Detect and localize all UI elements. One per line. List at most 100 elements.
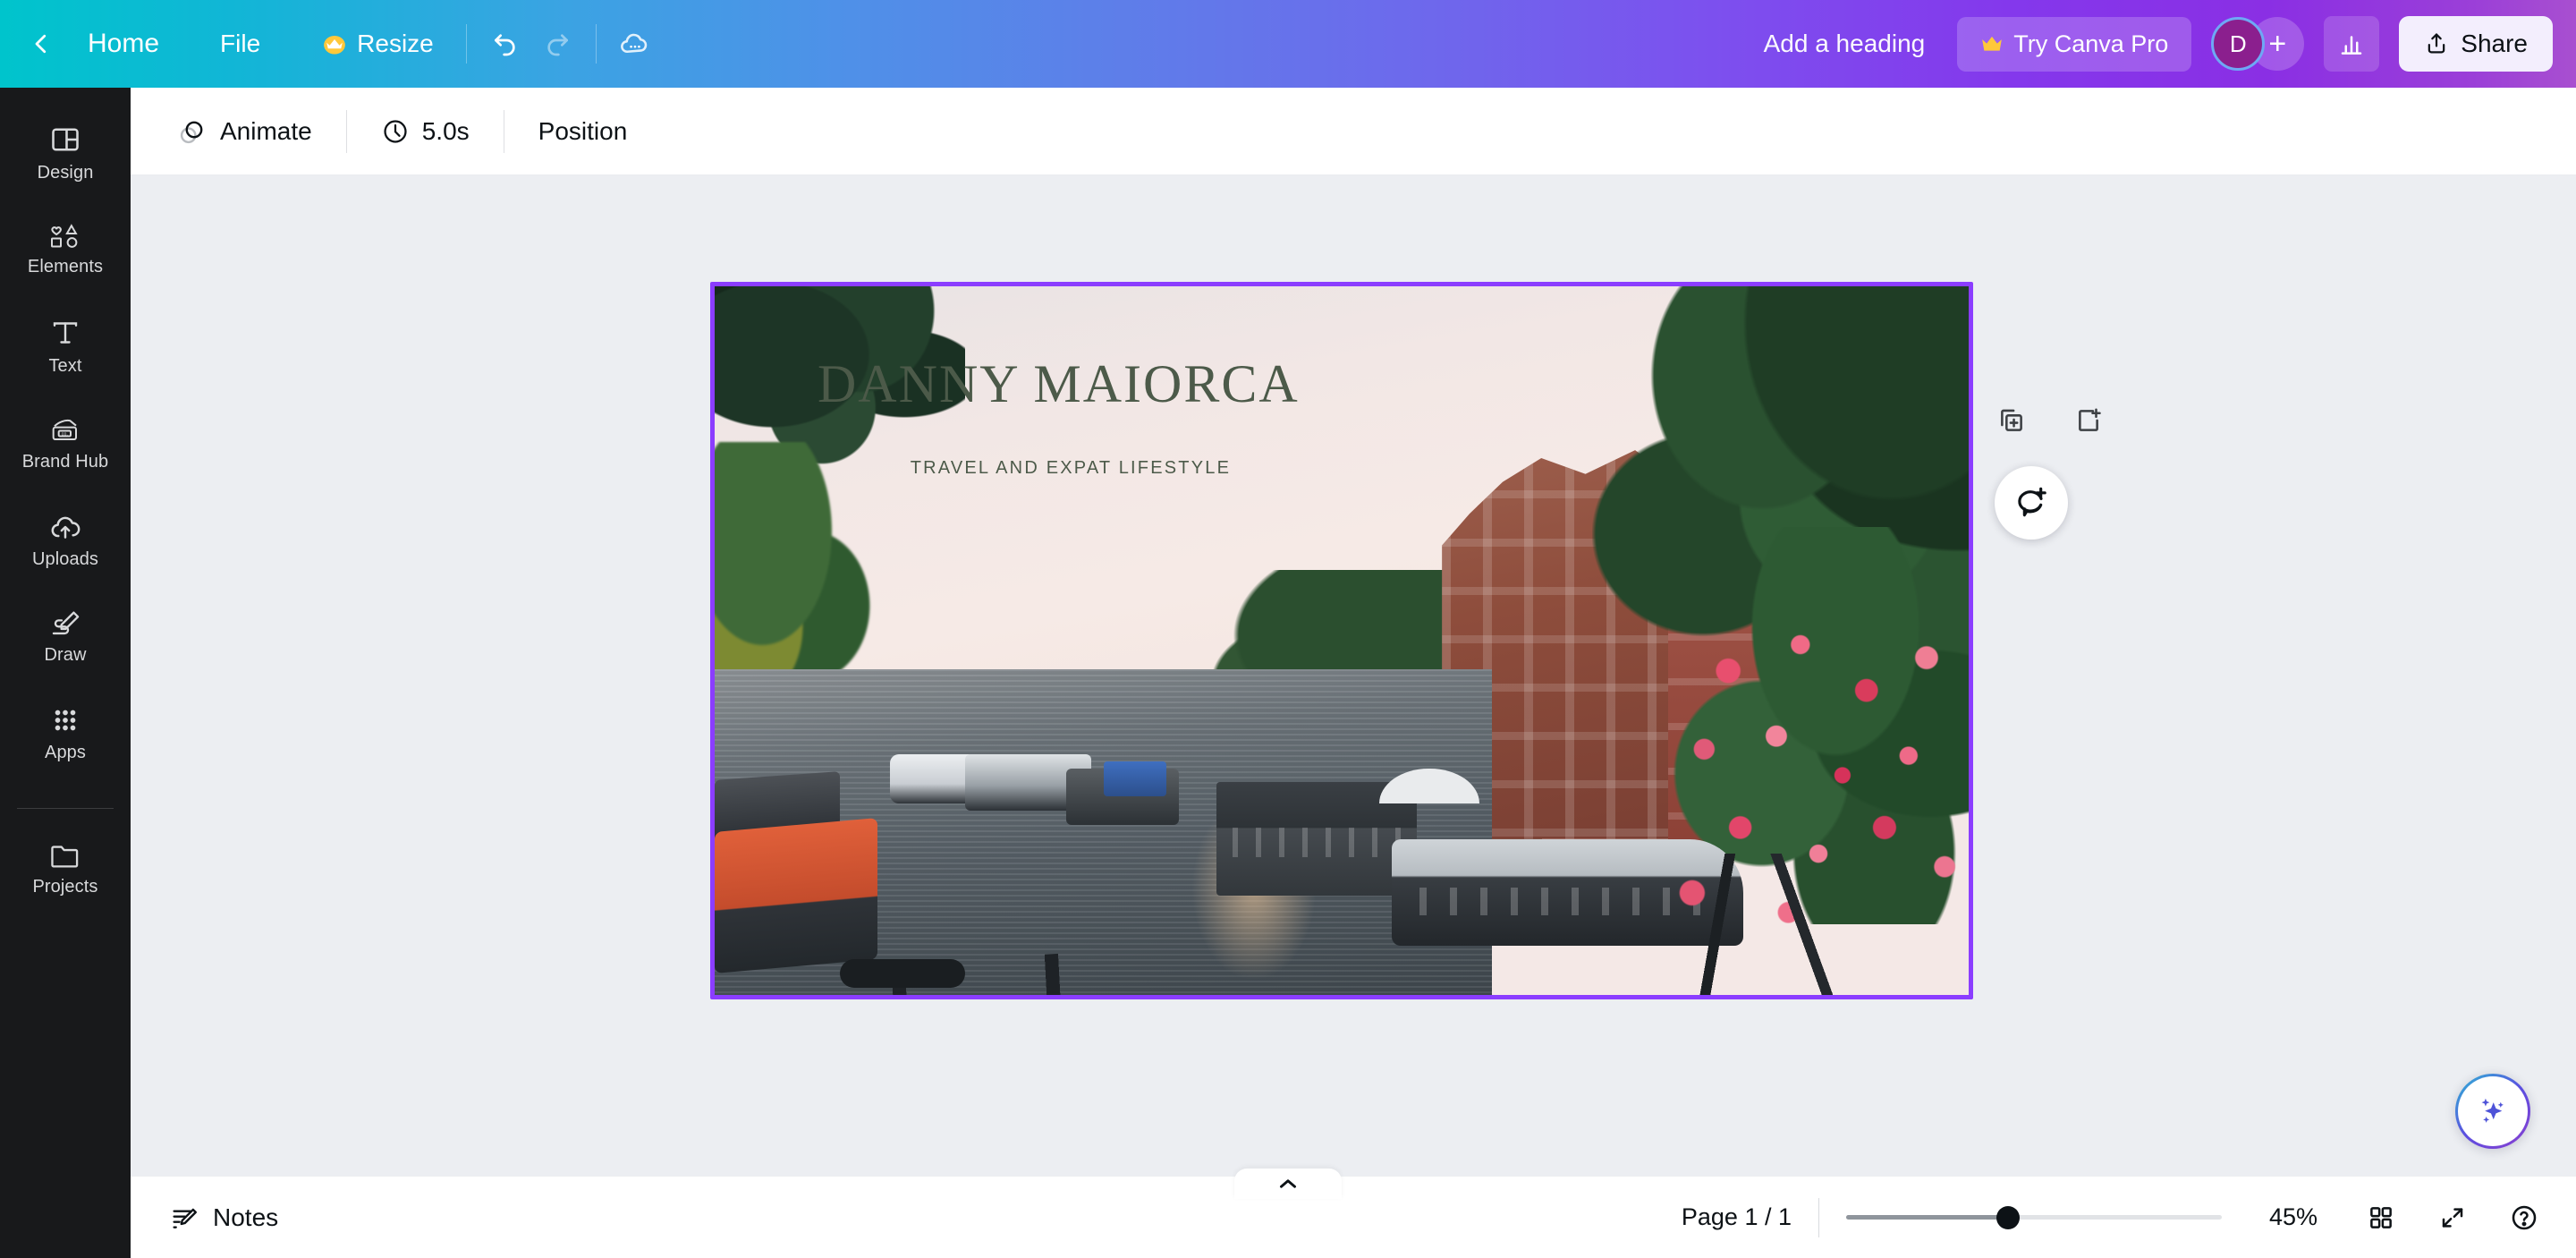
sidebar-item-uploads[interactable]: Uploads: [13, 497, 118, 581]
crown-icon: [1980, 34, 2004, 54]
duplicate-page-icon: [1996, 405, 2027, 436]
notes-button[interactable]: Notes: [156, 1194, 292, 1241]
add-comment-icon: [2013, 485, 2049, 521]
cloud-sync-button[interactable]: [609, 18, 661, 70]
resize-button[interactable]: Resize: [301, 21, 453, 67]
back-button[interactable]: [16, 19, 66, 69]
sidebar-item-label: Projects: [32, 877, 98, 897]
zoom-slider-knob[interactable]: [1996, 1205, 2020, 1229]
subtoolbar-divider-1: [345, 109, 347, 153]
object-toolbar: Animate 5.0s Position: [131, 88, 2576, 175]
design-page-wrapper[interactable]: DANNY MAIORCA TRAVEL AND EXPAT LIFESTYLE: [710, 282, 1973, 999]
share-label: Share: [2461, 30, 2528, 57]
sidebar-item-label: Apps: [45, 743, 86, 762]
sidebar-item-label: Brand Hub: [21, 452, 109, 472]
resize-label: Resize: [357, 30, 434, 57]
notes-label: Notes: [213, 1203, 279, 1231]
grid-view-button[interactable]: [2356, 1193, 2406, 1243]
page-indicator[interactable]: Page 1 / 1: [1682, 1203, 1792, 1231]
text-t-icon: [49, 317, 81, 349]
zoom-slider[interactable]: [1846, 1204, 2222, 1231]
notes-pencil-icon: [170, 1203, 199, 1232]
magic-sparkles-icon: [2473, 1092, 2512, 1131]
design-page[interactable]: DANNY MAIORCA TRAVEL AND EXPAT LIFESTYLE: [715, 286, 1969, 995]
share-button[interactable]: Share: [2399, 16, 2553, 72]
sidebar-item-label: Text: [48, 356, 82, 376]
help-button[interactable]: [2499, 1193, 2549, 1243]
bottombar-divider: [1818, 1197, 1819, 1237]
left-sidebar: Design Elements Text co. Brand Hub Uploa…: [0, 88, 131, 1258]
sidebar-item-label: Elements: [27, 257, 104, 276]
sidebar-item-design[interactable]: Design: [13, 109, 118, 194]
cloud-upload-icon: [48, 512, 82, 542]
pen-draw-icon: [48, 609, 82, 638]
add-comment-button[interactable]: [1995, 466, 2068, 540]
position-label: Position: [538, 116, 628, 145]
grid-view-icon: [2368, 1204, 2394, 1231]
photo-bicycle: [1492, 853, 1969, 995]
sidebar-item-brand-hub[interactable]: co. Brand Hub: [13, 402, 118, 483]
bottom-bar: Notes Page 1 / 1 45%: [131, 1176, 2576, 1258]
zoom-slider-fill: [1846, 1215, 2008, 1220]
insights-button[interactable]: [2324, 16, 2380, 72]
sidebar-item-label: Draw: [44, 645, 87, 665]
sidebar-item-label: Design: [37, 163, 94, 183]
folder-icon: [48, 841, 82, 870]
undo-icon: [491, 30, 520, 58]
file-menu-button[interactable]: File: [200, 21, 280, 67]
chevron-up-icon: [1276, 1177, 1300, 1191]
cloud-sync-icon: [618, 27, 652, 61]
layout-design-icon: [49, 123, 81, 156]
expand-arrows-icon: [2439, 1204, 2466, 1231]
duration-button[interactable]: 5.0s: [363, 107, 487, 156]
crown-icon: [321, 30, 348, 57]
animate-circles-icon: [177, 116, 208, 147]
chevron-left-icon: [28, 30, 55, 57]
redo-icon: [543, 30, 572, 58]
photo-bike-handlebar: [840, 959, 966, 989]
grid-apps-icon: [50, 705, 80, 735]
collaborators: D +: [2211, 17, 2305, 71]
duplicate-page-button[interactable]: [1992, 401, 2031, 440]
design-subtitle-text[interactable]: TRAVEL AND EXPAT LIFESTYLE: [911, 458, 1231, 479]
home-label: Home: [88, 29, 160, 58]
animate-label: Animate: [220, 116, 312, 145]
svg-text:co.: co.: [62, 432, 68, 438]
home-button[interactable]: Home: [68, 20, 179, 68]
position-button[interactable]: Position: [521, 107, 646, 156]
toolbar-divider-2: [595, 24, 597, 64]
clock-icon: [381, 117, 410, 146]
design-title-input[interactable]: Add a heading: [1746, 21, 1944, 67]
avatar[interactable]: D: [2211, 17, 2266, 71]
try-canva-pro-button[interactable]: Try Canva Pro: [1957, 16, 2192, 72]
undo-button[interactable]: [479, 18, 531, 70]
help-question-icon: [2510, 1203, 2538, 1232]
fullscreen-button[interactable]: [2428, 1193, 2478, 1243]
sidebar-item-elements[interactable]: Elements: [13, 208, 118, 288]
sidebar-item-projects[interactable]: Projects: [13, 827, 118, 908]
share-upload-icon: [2424, 31, 2449, 56]
sidebar-item-label: Uploads: [31, 549, 99, 569]
try-canva-pro-label: Try Canva Pro: [2013, 30, 2169, 57]
file-label: File: [220, 30, 261, 57]
magic-studio-button[interactable]: [2455, 1074, 2530, 1149]
photo-boat: [1103, 761, 1166, 797]
redo-button[interactable]: [531, 18, 583, 70]
zoom-level-label[interactable]: 45%: [2252, 1203, 2334, 1231]
shapes-elements-icon: [48, 223, 82, 250]
canvas-area[interactable]: DANNY MAIORCA TRAVEL AND EXPAT LIFESTYLE…: [131, 175, 2576, 1176]
toolbar-divider-1: [465, 24, 467, 64]
sidebar-item-text[interactable]: Text: [13, 302, 118, 387]
collapse-panel-button[interactable]: [1234, 1169, 1342, 1199]
top-bar: Home File Resize Add a heading Try Canva…: [0, 0, 2576, 88]
design-title-text[interactable]: DANNY MAIORCA: [818, 353, 1300, 415]
add-page-icon-button[interactable]: [2069, 401, 2108, 440]
sidebar-divider: [17, 808, 114, 809]
sidebar-item-apps[interactable]: Apps: [13, 691, 118, 774]
brand-card-icon: co.: [48, 416, 82, 445]
sidebar-item-draw[interactable]: Draw: [13, 595, 118, 676]
duration-label: 5.0s: [421, 116, 470, 145]
animate-button[interactable]: Animate: [159, 106, 330, 157]
bar-chart-icon: [2338, 30, 2365, 57]
add-page-icon: [2073, 405, 2104, 436]
